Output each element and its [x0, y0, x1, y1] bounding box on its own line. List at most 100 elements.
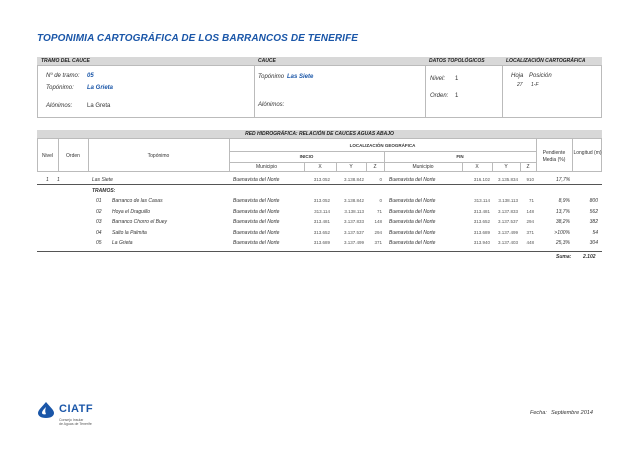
cauce-toponimo: Las Siete: [287, 74, 314, 80]
tramo-mun-inicio: Buenavista del Norte: [233, 198, 280, 204]
tramo-xf: 313.481: [473, 208, 490, 214]
tramo-yf: 3.137.499: [497, 229, 518, 235]
tramo-xi: 313.689: [313, 240, 330, 246]
tramo-mun-inicio: Buenavista del Norte: [233, 208, 280, 215]
suma-value: 2.102: [583, 254, 596, 260]
tramo-number: 05: [96, 240, 102, 247]
tramo-yf: 3.137.833: [497, 208, 518, 214]
tramo-zf: 448: [526, 240, 534, 246]
cauce-alonimos-label: Alónimos:: [258, 102, 285, 108]
tramo-mun-inicio: Buenavista del Norte: [233, 240, 280, 247]
tramo-toponimo-label: Topónimo:: [46, 85, 74, 91]
col-inicio: INICIO: [299, 154, 314, 159]
tramo-toponimo: Barranco Chorro el Buey: [112, 219, 168, 226]
logo-subtitle-line2: de Aguas de Tenerife: [59, 422, 92, 426]
col-z-fin: Z: [526, 164, 530, 170]
tramo-pendiente: 8,9%: [558, 198, 570, 204]
tramo-yi: 3.137.499: [343, 240, 364, 246]
tramo-yf: 3.137.403: [497, 240, 518, 246]
main-toponimo: Las Siete: [92, 177, 113, 183]
fecha-label: Fecha:: [530, 410, 547, 416]
tramo-xf: 313.114: [474, 198, 490, 203]
section-localizacion-header: LOCALIZACIÓN CARTOGRÁFICA: [502, 57, 602, 65]
tramo-mun-fin: Buenavista del Norte: [389, 229, 436, 236]
tramo-zi: 294: [374, 229, 382, 235]
tramo-toponimo: Barranco de las Casas: [112, 198, 163, 204]
tramo-xi: 313.652: [313, 229, 330, 235]
tramo-mun-fin: Buenavista del Norte: [389, 219, 436, 226]
tramo-pendiente: 38,2%: [555, 219, 570, 226]
col-orden: Orden: [66, 153, 80, 159]
col-fin: FIN: [456, 154, 464, 159]
tramo-zi: 0: [379, 198, 382, 203]
tramo-xf: 313.689: [473, 229, 490, 235]
tramo-number: 05: [87, 73, 94, 79]
tramo-yi: 3.137.833: [343, 219, 364, 225]
tramo-toponimo: La Grieta: [112, 240, 133, 247]
tramo-zf: 294: [526, 219, 534, 225]
tramo-zf: 148: [526, 208, 534, 214]
logo-text: CIATF: [59, 403, 94, 415]
tramo-mun-inicio: Buenavista del Norte: [233, 219, 280, 226]
main-zi: 0: [379, 177, 382, 182]
col-municipio-inicio: Municipio: [255, 164, 278, 170]
tramo-zi: 371: [374, 240, 382, 246]
fecha-value: Septiembre 2014: [551, 410, 593, 416]
tramo-pendiente: 13,7%: [555, 208, 570, 215]
tramo-alonimos-label: Alónimos:: [46, 103, 73, 109]
tramo-toponimo: Hoya el Draguillo: [112, 208, 151, 215]
col-y-fin: Y: [504, 164, 508, 170]
tramo-zf: 371: [526, 229, 534, 235]
col-x-inicio: X: [318, 164, 322, 170]
col-y-inicio: Y: [349, 164, 353, 170]
tramo-zi: 71: [376, 208, 382, 214]
tramo-number: 03: [96, 219, 102, 226]
hoja-label: Hoja: [511, 73, 524, 79]
tramo-alonimos: La Greta: [87, 103, 111, 109]
tramo-longitud: 54: [592, 229, 598, 236]
nivel-label: Nivel:: [430, 76, 446, 82]
section-datos-header: DATOS TOPOLÓGICOS: [425, 57, 502, 65]
col-x-fin: X: [475, 164, 479, 170]
tramo-yi: 3.138.842: [343, 198, 364, 203]
posicion-value: 1-F: [531, 82, 539, 88]
col-nivel: Nivel: [41, 153, 54, 159]
main-zf: 910: [526, 177, 534, 182]
tramo-number-label: Nº de tramo:: [46, 73, 80, 79]
col-municipio-fin: Municipio: [412, 164, 434, 170]
tramo-yf: 3.138.113: [498, 198, 518, 203]
tramo-longitud: 562: [589, 208, 598, 215]
main-nivel: 1: [46, 177, 49, 183]
main-orden: 1: [57, 177, 60, 183]
col-pendiente: Pendiente Media (%): [542, 150, 566, 163]
tramo-longitud: 304: [589, 240, 598, 247]
section-cauce-header: CAUCE: [254, 57, 425, 65]
tramo-longitud: 382: [589, 219, 598, 226]
tramo-zf: 71: [528, 198, 534, 203]
tramo-xi: 313.114: [314, 208, 330, 214]
col-loc-geo: LOCALIZACIÓN GEOGRÁFICA: [349, 143, 416, 148]
tramo-yf: 3.137.537: [497, 219, 518, 225]
ciatf-logo: [37, 402, 55, 423]
cauce-toponimo-label: Topónimo: [258, 74, 285, 80]
tramo-xf: 313.940: [473, 240, 490, 246]
tramo-mun-inicio: Buenavista del Norte: [233, 229, 280, 236]
main-mun-fin: Buenavista del Norte: [389, 177, 436, 183]
tramo-pendiente: >100%: [554, 229, 570, 236]
hoja-value: 27: [517, 82, 523, 88]
tramo-mun-fin: Buenavista del Norte: [389, 208, 436, 215]
tramo-number: 02: [96, 208, 102, 215]
nivel-value: 1: [455, 76, 459, 82]
tramo-mun-fin: Buenavista del Norte: [389, 198, 436, 204]
tramo-yi: 3.138.113: [344, 208, 364, 214]
col-z-inicio: Z: [373, 164, 377, 170]
red-hidrografica-header: RED HIDROGRÁFICA: RELACIÓN DE CAUCES AGU…: [37, 130, 602, 138]
logo-subtitle: Consejo Insular de Aguas de Tenerife: [59, 418, 92, 426]
tramo-pendiente: 25,3%: [555, 240, 570, 247]
tramo-xi: 313.052: [313, 198, 330, 203]
tramo-toponimo: Salto la Palmita: [112, 229, 147, 236]
col-longitud: Longitud (m): [573, 150, 602, 156]
tramo-yi: 3.137.537: [343, 229, 364, 235]
suma-label: Suma:: [556, 254, 572, 260]
tramo-mun-fin: Buenavista del Norte: [389, 240, 436, 247]
